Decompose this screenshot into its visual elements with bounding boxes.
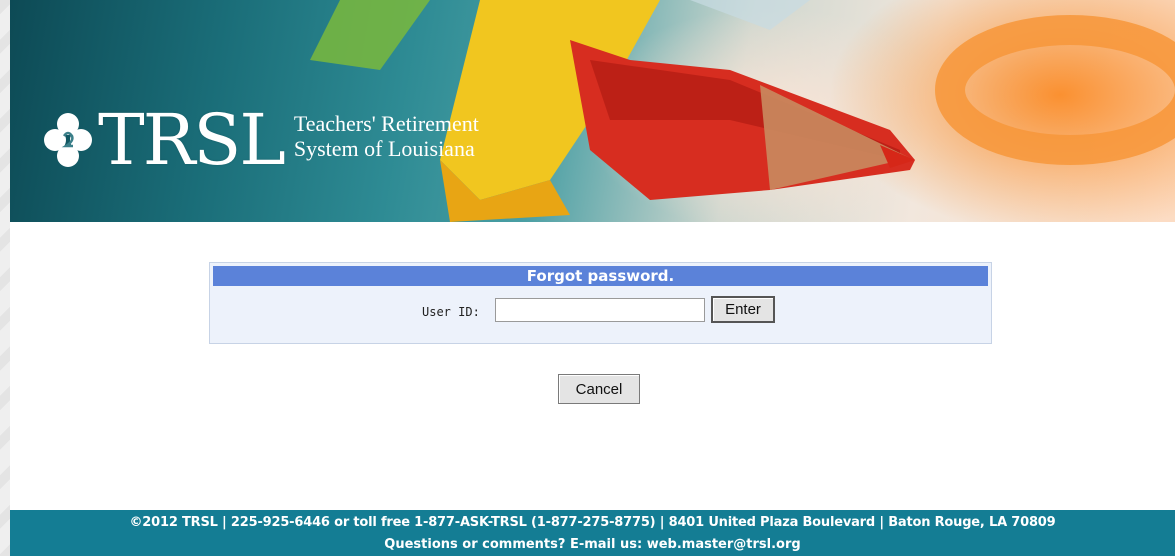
- logo-line-2: System of Louisiana: [293, 136, 475, 161]
- userid-label: User ID:: [422, 305, 480, 319]
- logo-emblem-icon: [44, 113, 92, 167]
- footer: ©2012 TRSL | 225-925-6446 or toll free 1…: [10, 510, 1175, 556]
- footer-questions-text: Questions or comments? E-mail us:: [384, 537, 643, 552]
- logo-full-name: Teachers' Retirement System of Louisiana: [294, 111, 479, 161]
- header-banner: TRSL Teachers' Retirement System of Loui…: [10, 0, 1175, 222]
- cancel-button[interactable]: Cancel: [558, 374, 640, 404]
- forgot-password-title: Forgot password.: [213, 266, 988, 286]
- trsl-logo: TRSL Teachers' Retirement System of Loui…: [40, 95, 479, 185]
- logo-line-1: Teachers' Retirement: [293, 111, 479, 136]
- forgot-password-panel: Forgot password. User ID: Enter: [209, 262, 992, 344]
- userid-row: User ID: Enter: [210, 296, 991, 326]
- page-background: [0, 0, 10, 556]
- userid-input[interactable]: [495, 298, 705, 322]
- footer-questions: Questions or comments? E-mail us: web.ma…: [10, 537, 1175, 552]
- enter-button[interactable]: Enter: [711, 296, 775, 323]
- logo-abbreviation: TRSL: [98, 99, 286, 181]
- webmaster-email-link[interactable]: web.master@trsl.org: [647, 537, 801, 552]
- footer-contact-info: ©2012 TRSL | 225-925-6446 or toll free 1…: [129, 515, 1056, 530]
- main-content: Forgot password. User ID: Enter Cancel: [10, 222, 1175, 510]
